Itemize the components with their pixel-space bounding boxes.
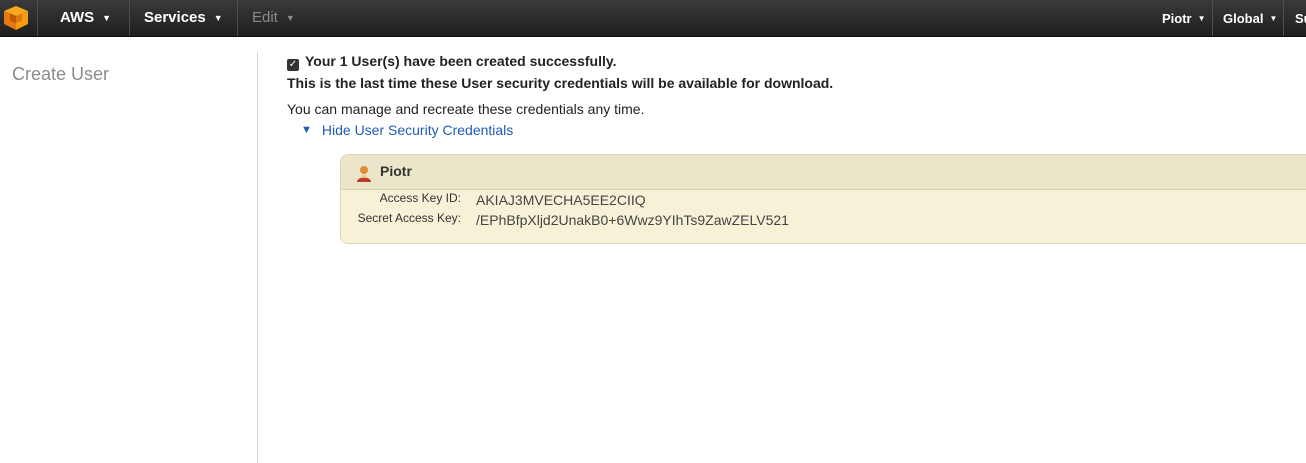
access-key-value: AKIAJ3MVECHA5EE2CIIQ bbox=[476, 192, 646, 208]
region-menu[interactable]: Global ▼ bbox=[1223, 0, 1277, 36]
user-menu-label: Piotr bbox=[1162, 10, 1192, 26]
nav-separator bbox=[37, 0, 38, 36]
chevron-down-icon: ▼ bbox=[285, 12, 295, 23]
nav-separator bbox=[237, 0, 238, 36]
success-message-text: Your 1 User(s) have been created success… bbox=[305, 53, 617, 69]
nav-separator bbox=[129, 0, 130, 36]
aws-menu-label: AWS bbox=[60, 9, 95, 26]
user-menu[interactable]: Piotr ▼ bbox=[1162, 0, 1206, 36]
info-message: You can manage and recreate these creden… bbox=[287, 101, 645, 117]
checkmark-icon: ✓ bbox=[287, 59, 299, 71]
warning-message: This is the last time these User securit… bbox=[287, 75, 834, 91]
top-nav-bar: AWS ▼ Services ▼ Edit ▼ Piotr ▼ Global ▼… bbox=[0, 0, 1306, 37]
user-icon bbox=[357, 166, 371, 182]
chevron-down-icon: ▼ bbox=[102, 12, 112, 23]
sidebar-title: Create User bbox=[12, 64, 110, 84]
support-menu-label: Su bbox=[1295, 10, 1306, 26]
chevron-down-icon: ▼ bbox=[1197, 13, 1206, 23]
hide-credentials-link[interactable]: ▼ Hide User Security Credentials bbox=[301, 122, 513, 138]
secret-key-label: Secret Access Key: bbox=[357, 211, 461, 225]
edit-menu-label: Edit bbox=[252, 9, 278, 26]
credentials-panel-header: Piotr bbox=[341, 155, 1306, 190]
services-menu[interactable]: Services ▼ bbox=[144, 0, 223, 36]
access-key-label: Access Key ID: bbox=[379, 191, 461, 205]
aws-menu[interactable]: AWS ▼ bbox=[60, 0, 111, 36]
chevron-down-icon: ▼ bbox=[1269, 13, 1278, 23]
sidebar-divider bbox=[257, 52, 258, 463]
credentials-user-name: Piotr bbox=[380, 163, 412, 179]
triangle-down-icon: ▼ bbox=[301, 124, 312, 136]
nav-separator bbox=[1212, 0, 1213, 36]
support-menu[interactable]: Su bbox=[1295, 0, 1306, 36]
chevron-down-icon: ▼ bbox=[213, 12, 223, 23]
aws-cube-logo-icon[interactable] bbox=[3, 5, 29, 31]
services-menu-label: Services bbox=[144, 9, 206, 26]
credentials-panel: Piotr Access Key ID: AKIAJ3MVECHA5EE2CII… bbox=[340, 154, 1306, 244]
region-menu-label: Global bbox=[1223, 10, 1264, 26]
hide-credentials-label: Hide User Security Credentials bbox=[321, 122, 514, 138]
success-message: ✓ Your 1 User(s) have been created succes… bbox=[287, 53, 617, 71]
secret-key-value: /EPhBfpXljd2UnakB0+6Wwz9YIhTs9ZawZELV521 bbox=[476, 212, 789, 228]
nav-separator bbox=[1283, 0, 1284, 36]
edit-menu[interactable]: Edit ▼ bbox=[252, 0, 295, 36]
